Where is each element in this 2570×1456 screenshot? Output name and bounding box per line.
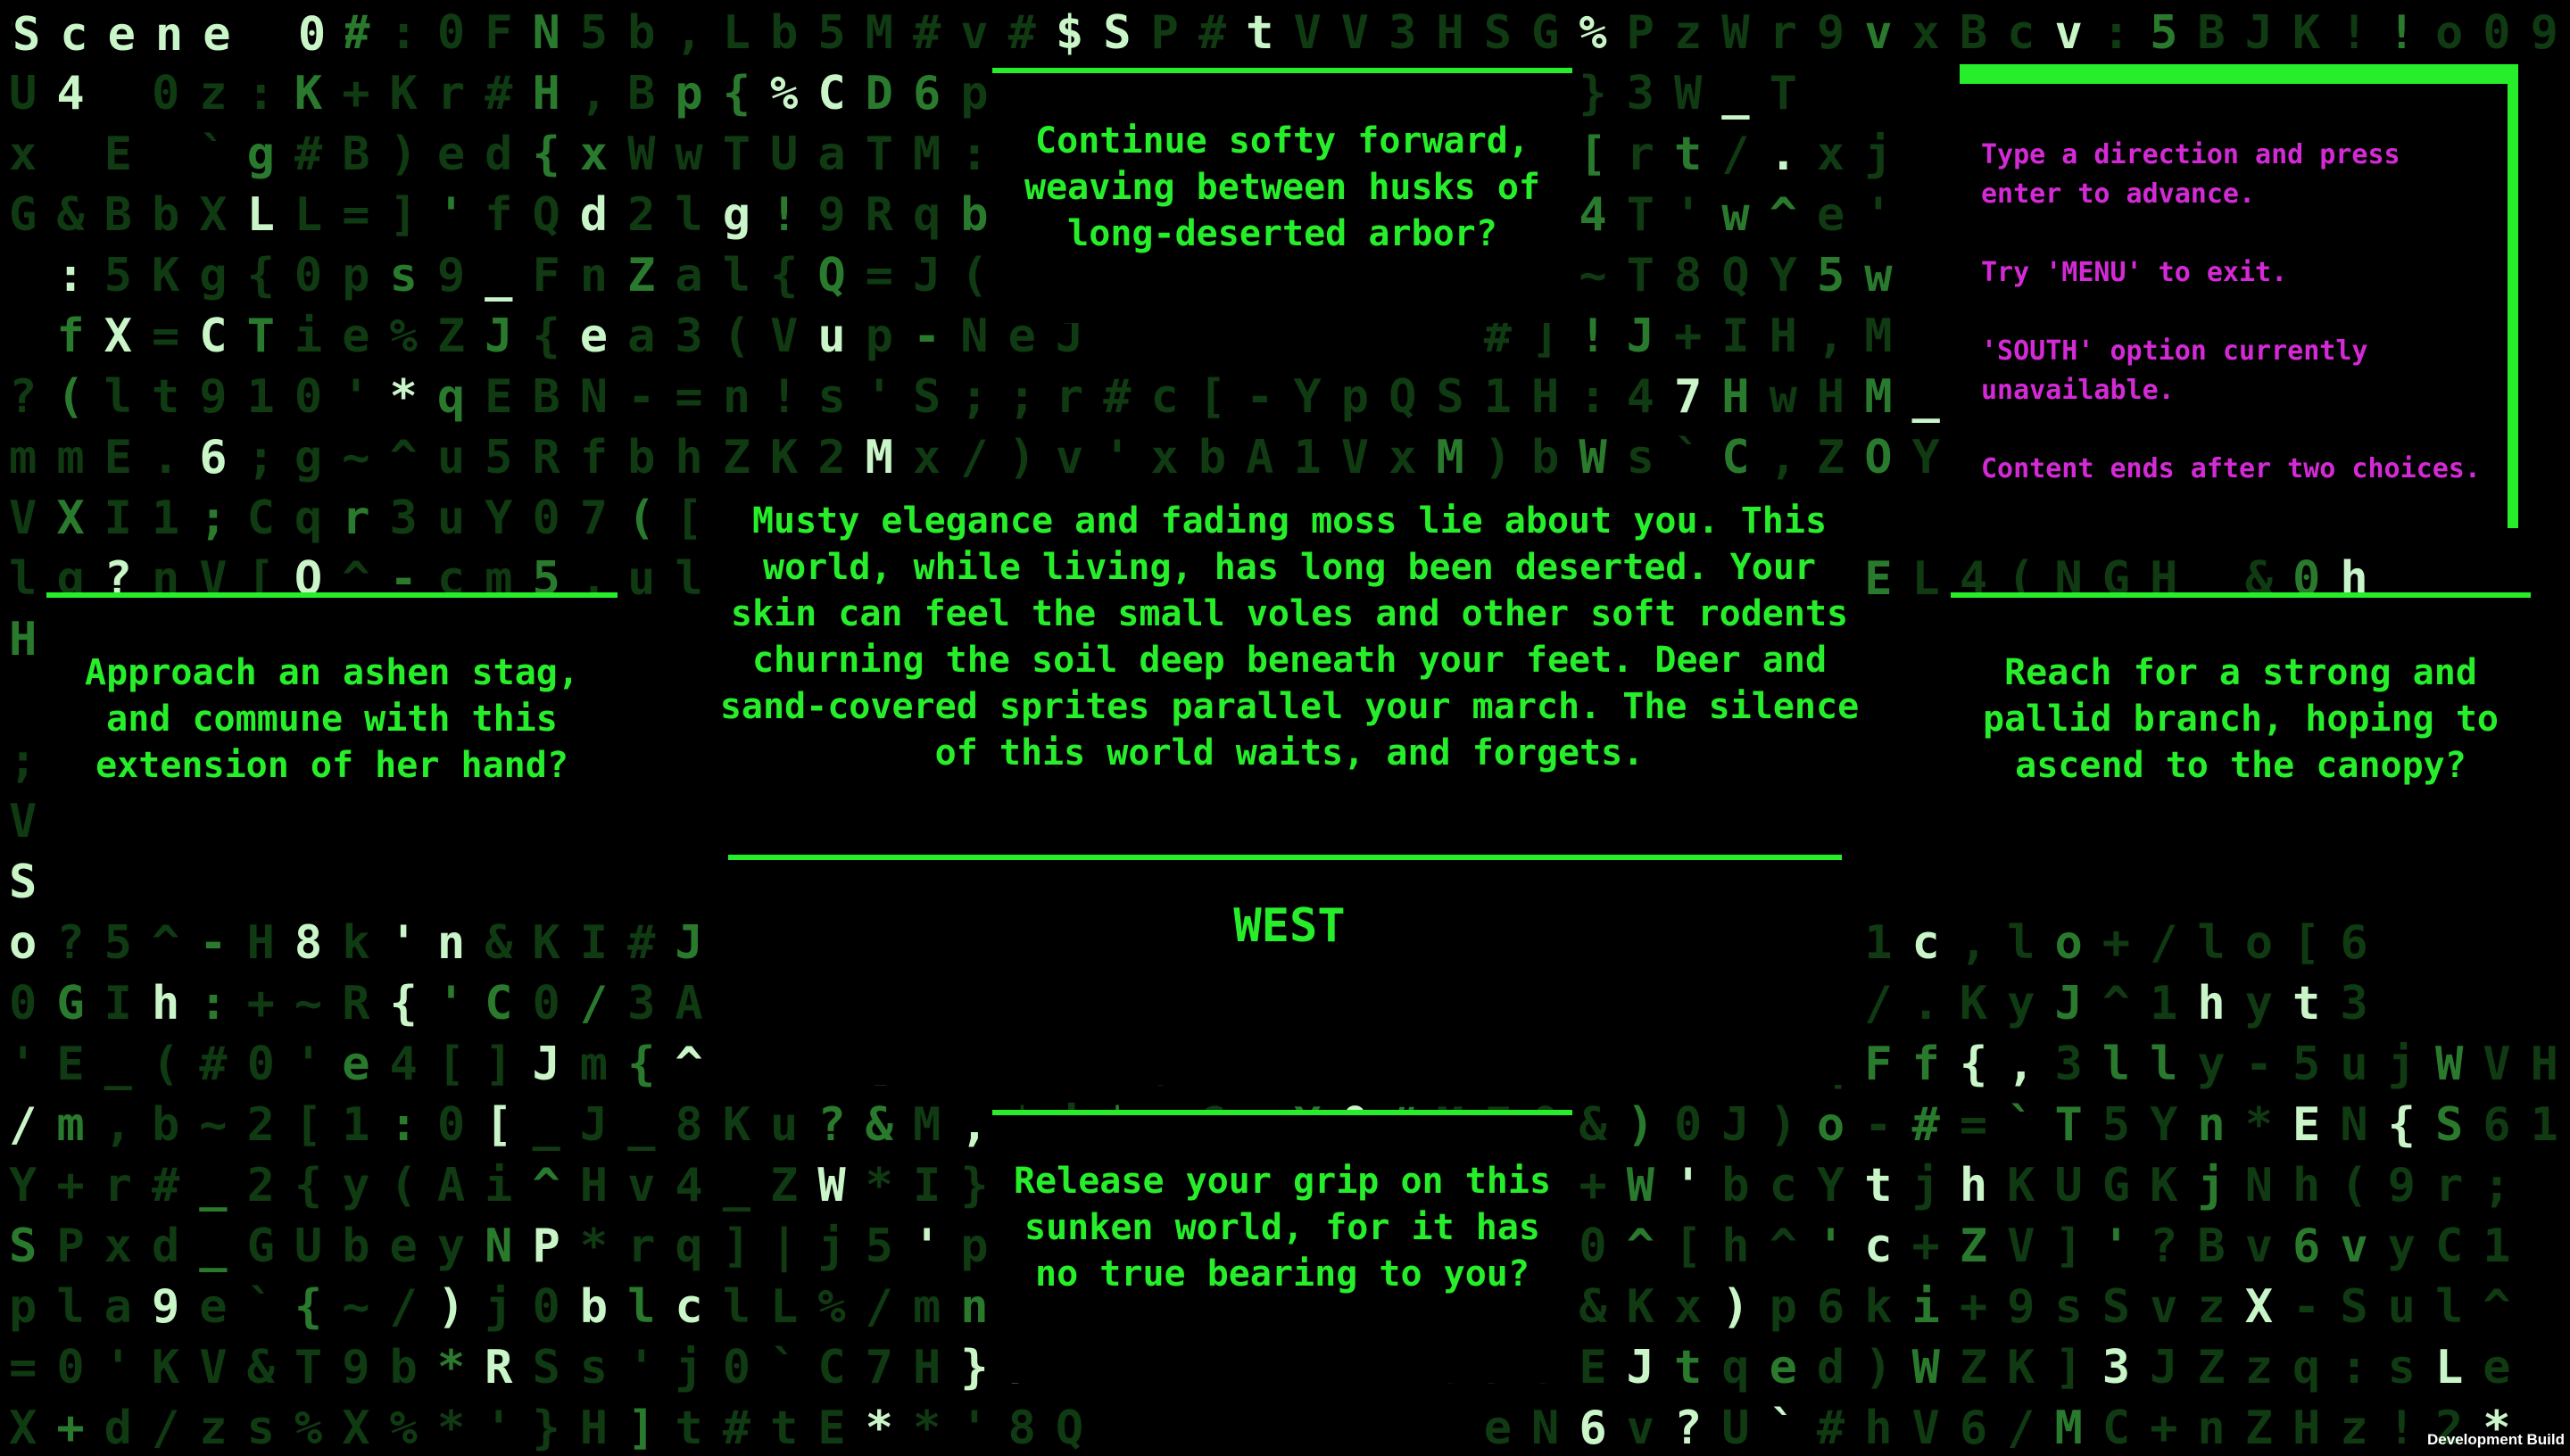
background-row: X+d/zs%X%*'}H]t#tE**'8Q eN6v?U`#hV6/MC+n… (9, 1402, 2531, 1455)
south-choice-text: Release your grip on this sunken world, … (1013, 1161, 1552, 1295)
help-instruction-south-unavailable: 'SOUTH' option currently unavailable. (1981, 335, 2368, 406)
background-row: ?(lt910'*qEBN-=n!s'S;;r#c[-YpQS1H:47HwHM… (9, 370, 2130, 424)
direction-input-value: WEST (1233, 899, 1346, 953)
direction-input-display[interactable]: WEST (714, 862, 1865, 1085)
west-choice-panel: Approach an ashen stag, and commune with… (46, 598, 618, 865)
scene-label: Scene 0 (12, 5, 346, 64)
help-instruction-advance: Type a direction and press enter to adva… (1981, 139, 2400, 210)
help-instruction-menu: Try 'MENU' to exit. (1981, 257, 2288, 288)
background-row: Scene 0#:0FN5b,Lb5M#v#$SP#tVV3HSG%PzWr9v… (9, 6, 2570, 60)
help-panel: Type a direction and press enter to adva… (1960, 64, 2518, 528)
south-choice-panel: Release your grip on this sunken world, … (992, 1115, 1572, 1383)
narrative-text: Musty elegance and fading moss lie about… (719, 500, 1860, 774)
help-instruction-content-end: Content ends after two choices. (1981, 453, 2481, 484)
narrative-panel: Musty elegance and fading moss lie about… (714, 482, 1865, 856)
east-choice-panel: Reach for a strong and pallid branch, ho… (1951, 598, 2531, 865)
narrative-bottom-rule (728, 855, 1842, 860)
development-build-label: Development Build (2427, 1431, 2565, 1448)
north-choice-text: Continue softy forward, weaving between … (1024, 120, 1540, 254)
background-row: mmE.6;g~^u5RfbhZK2Mx/)v'xbA1VxM)bWs`C,ZO… (9, 431, 2130, 484)
east-choice-text: Reach for a strong and pallid branch, ho… (1983, 652, 2499, 786)
west-choice-text: Approach an ashen stag, and commune with… (85, 652, 579, 786)
north-choice-panel: Continue softy forward, weaving between … (992, 73, 1572, 323)
